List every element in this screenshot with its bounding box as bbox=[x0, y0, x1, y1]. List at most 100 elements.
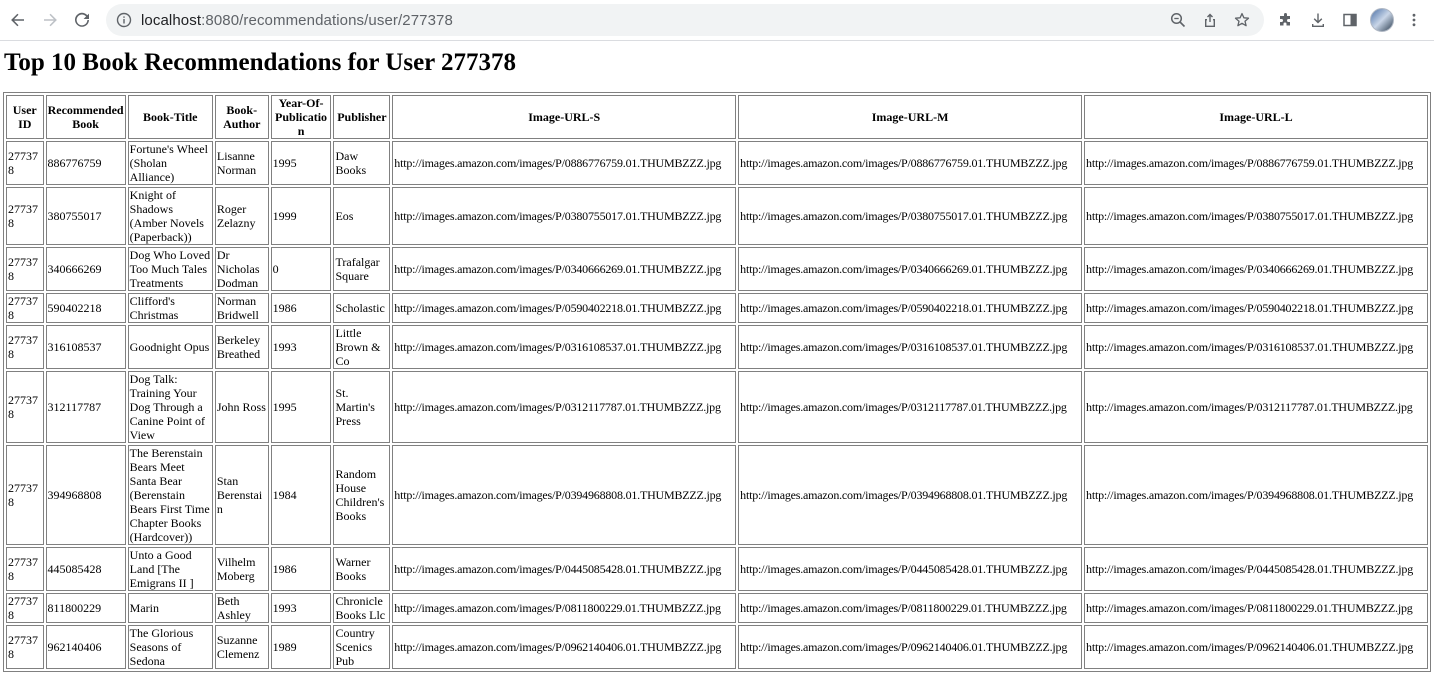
cell-book-author: Stan Berenstain bbox=[214, 445, 269, 545]
table-row: 277378 886776759 Fortune's Wheel (Sholan A… bbox=[6, 141, 1428, 185]
cell-publisher: Trafalgar Square bbox=[333, 247, 391, 291]
table-row: 277378 312117787 Dog Talk: Training Your D… bbox=[6, 371, 1428, 443]
cell-image-url-s: http://images.amazon.com/images/P/096214… bbox=[392, 625, 737, 669]
site-info-icon[interactable] bbox=[116, 12, 132, 28]
address-bar[interactable]: localhost:8080/recommendations/user/2773… bbox=[106, 4, 1264, 36]
cell-image-url-s: http://images.amazon.com/images/P/031610… bbox=[392, 325, 737, 369]
page-title: Top 10 Book Recommendations for User 277… bbox=[4, 49, 517, 76]
cell-image-url-m: http://images.amazon.com/images/P/039496… bbox=[738, 445, 1083, 545]
cell-publisher: Daw Books bbox=[333, 141, 391, 185]
cell-image-url-m: http://images.amazon.com/images/P/088677… bbox=[738, 141, 1083, 185]
cell-book-title: Marin bbox=[127, 593, 213, 623]
url-path: :8080/recommendations/user/277378 bbox=[201, 11, 453, 29]
cell-user-id: 277378 bbox=[6, 593, 44, 623]
column-header: Book-Title bbox=[127, 95, 213, 139]
cell-image-url-m: http://images.amazon.com/images/P/081180… bbox=[738, 593, 1083, 623]
cell-recommended-book: 811800229 bbox=[45, 593, 126, 623]
cell-publisher: Eos bbox=[333, 187, 391, 245]
cell-image-url-m: http://images.amazon.com/images/P/096214… bbox=[738, 625, 1083, 669]
cell-year: 1984 bbox=[270, 445, 332, 545]
cell-year: 1989 bbox=[270, 625, 332, 669]
cell-user-id: 277378 bbox=[6, 293, 44, 323]
cell-book-author: Roger Zelazny bbox=[214, 187, 269, 245]
table-row: 277378 962140406 The Glorious Seasons of S… bbox=[6, 625, 1428, 669]
cell-recommended-book: 590402218 bbox=[45, 293, 126, 323]
cell-book-author: John Ross bbox=[214, 371, 269, 443]
cell-book-author: Vilhelm Moberg bbox=[214, 547, 269, 591]
cell-image-url-s: http://images.amazon.com/images/P/081180… bbox=[392, 593, 737, 623]
cell-user-id: 277378 bbox=[6, 625, 44, 669]
cell-book-author: Lisanne Norman bbox=[214, 141, 269, 185]
cell-image-url-m: http://images.amazon.com/images/P/044508… bbox=[738, 547, 1083, 591]
cell-image-url-s: http://images.amazon.com/images/P/034066… bbox=[392, 247, 737, 291]
browser-toolbar: localhost:8080/recommendations/user/2773… bbox=[0, 0, 1434, 41]
zoom-icon[interactable] bbox=[1162, 4, 1194, 36]
cell-book-author: Norman Bridwell bbox=[214, 293, 269, 323]
cell-image-url-s: http://images.amazon.com/images/P/038075… bbox=[392, 187, 737, 245]
cell-recommended-book: 316108537 bbox=[45, 325, 126, 369]
column-header: Book-Author bbox=[214, 95, 269, 139]
table-row: 277378 316108537 Goodnight Opus Berkeley Br… bbox=[6, 325, 1428, 369]
cell-recommended-book: 962140406 bbox=[45, 625, 126, 669]
cell-publisher: Random House Children's Books bbox=[333, 445, 391, 545]
cell-user-id: 277378 bbox=[6, 247, 44, 291]
download-icon[interactable] bbox=[1302, 4, 1334, 36]
cell-image-url-l: http://images.amazon.com/images/P/038075… bbox=[1084, 187, 1428, 245]
cell-image-url-s: http://images.amazon.com/images/P/039496… bbox=[392, 445, 737, 545]
cell-book-title: The Glorious Seasons of Sedona bbox=[127, 625, 213, 669]
cell-year: 1993 bbox=[270, 593, 332, 623]
recommendations-table: User ID Recommended Book Book-Title Book… bbox=[3, 92, 1431, 672]
cell-book-author: Berkeley Breathed bbox=[214, 325, 269, 369]
share-icon[interactable] bbox=[1194, 4, 1226, 36]
cell-book-author: Dr Nicholas Dodman bbox=[214, 247, 269, 291]
cell-year: 1993 bbox=[270, 325, 332, 369]
cell-publisher: Warner Books bbox=[333, 547, 391, 591]
cell-user-id: 277378 bbox=[6, 325, 44, 369]
cell-book-title: Clifford's Christmas bbox=[127, 293, 213, 323]
side-panel-icon[interactable] bbox=[1334, 4, 1366, 36]
avatar-icon bbox=[1370, 8, 1394, 32]
cell-image-url-l: http://images.amazon.com/images/P/096214… bbox=[1084, 625, 1428, 669]
cell-image-url-l: http://images.amazon.com/images/P/081180… bbox=[1084, 593, 1428, 623]
bookmark-star-icon[interactable] bbox=[1226, 4, 1258, 36]
cell-recommended-book: 312117787 bbox=[45, 371, 126, 443]
cell-book-title: Goodnight Opus bbox=[127, 325, 213, 369]
cell-image-url-l: http://images.amazon.com/images/P/031610… bbox=[1084, 325, 1428, 369]
column-header: User ID bbox=[6, 95, 44, 139]
cell-image-url-l: http://images.amazon.com/images/P/039496… bbox=[1084, 445, 1428, 545]
cell-image-url-m: http://images.amazon.com/images/P/031211… bbox=[738, 371, 1083, 443]
more-menu-icon[interactable] bbox=[1398, 4, 1430, 36]
cell-year: 1995 bbox=[270, 371, 332, 443]
cell-image-url-s: http://images.amazon.com/images/P/088677… bbox=[392, 141, 737, 185]
reload-icon[interactable] bbox=[66, 4, 98, 36]
table-row: 277378 445085428 Unto a Good Land [The Emi… bbox=[6, 547, 1428, 591]
page-content: Top 10 Book Recommendations for User 277… bbox=[0, 48, 1434, 672]
table-row: 277378 394968808 The Berenstain Bears Meet… bbox=[6, 445, 1428, 545]
table-row: 277378 340666269 Dog Who Loved Too Much Ta… bbox=[6, 247, 1428, 291]
extensions-puzzle-icon[interactable] bbox=[1270, 4, 1302, 36]
cell-publisher: Little Brown & Co bbox=[333, 325, 391, 369]
cell-image-url-m: http://images.amazon.com/images/P/059040… bbox=[738, 293, 1083, 323]
column-header: Image-URL-M bbox=[738, 95, 1083, 139]
column-header: Recommended Book bbox=[45, 95, 126, 139]
cell-user-id: 277378 bbox=[6, 187, 44, 245]
cell-image-url-m: http://images.amazon.com/images/P/038075… bbox=[738, 187, 1083, 245]
cell-book-title: Knight of Shadows (Amber Novels (Paperba… bbox=[127, 187, 213, 245]
table-row: 277378 380755017 Knight of Shadows (Amber … bbox=[6, 187, 1428, 245]
cell-image-url-l: http://images.amazon.com/images/P/044508… bbox=[1084, 547, 1428, 591]
back-arrow-icon[interactable] bbox=[2, 4, 34, 36]
cell-image-url-s: http://images.amazon.com/images/P/031211… bbox=[392, 371, 737, 443]
cell-image-url-s: http://images.amazon.com/images/P/059040… bbox=[392, 293, 737, 323]
column-header: Publisher bbox=[333, 95, 391, 139]
url-text[interactable]: localhost:8080/recommendations/user/2773… bbox=[141, 12, 453, 29]
cell-year: 1986 bbox=[270, 293, 332, 323]
profile-avatar[interactable] bbox=[1366, 4, 1398, 36]
cell-recommended-book: 394968808 bbox=[45, 445, 126, 545]
cell-year: 1999 bbox=[270, 187, 332, 245]
forward-arrow-icon[interactable] bbox=[34, 4, 66, 36]
cell-user-id: 277378 bbox=[6, 371, 44, 443]
cell-book-title: Dog Talk: Training Your Dog Through a Ca… bbox=[127, 371, 213, 443]
column-header: Year-Of-Publication bbox=[270, 95, 332, 139]
cell-book-title: Dog Who Loved Too Much Tales Treatments bbox=[127, 247, 213, 291]
cell-recommended-book: 380755017 bbox=[45, 187, 126, 245]
